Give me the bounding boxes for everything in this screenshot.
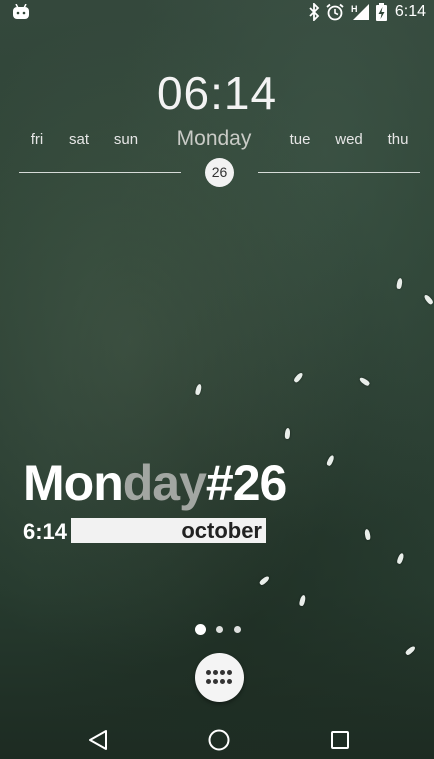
navigation-bar[interactable] (0, 720, 434, 759)
divider-left (19, 172, 181, 173)
day-tue: tue (289, 131, 311, 148)
date-badge: 26 (205, 158, 234, 187)
date-headline: Monday#26 (23, 455, 287, 511)
widget-time: 6:14 (23, 519, 68, 544)
clock-widget[interactable]: 06:14 fri sat sun Monday tue wed thu 26 (0, 60, 434, 200)
headline-part-mon: Mon (23, 455, 124, 511)
app-drawer-button[interactable] (195, 653, 244, 702)
signal-h-icon: H (351, 4, 369, 20)
status-bar[interactable]: H 6:14 (0, 0, 434, 24)
month-bar: october (71, 518, 266, 543)
month-label: october (181, 518, 262, 543)
day-fri: fri (30, 131, 44, 148)
day-thu: thu (387, 131, 409, 148)
clock-time: 06:14 (156, 67, 278, 119)
home-screen[interactable]: H 6:14 06:14 fri sat sun Monday tue wed … (0, 0, 434, 759)
page-indicator[interactable] (195, 624, 245, 636)
status-time: 6:14 (394, 3, 426, 20)
day-current: Monday (176, 127, 252, 150)
svg-text:H: H (351, 4, 358, 14)
alarm-icon (326, 3, 344, 21)
page-dot-active[interactable] (195, 624, 206, 635)
day-sun: sun (113, 131, 139, 148)
home-icon[interactable] (204, 725, 234, 755)
recents-icon[interactable] (325, 725, 355, 755)
android-notification-icon (13, 4, 29, 19)
battery-charging-icon (375, 3, 387, 21)
headline-part-day: day (122, 455, 207, 511)
page-dot[interactable] (234, 626, 241, 633)
page-dot[interactable] (216, 626, 223, 633)
bluetooth-icon (309, 3, 320, 21)
day-sat: sat (68, 131, 90, 148)
back-icon[interactable] (84, 725, 114, 755)
day-wed: wed (335, 131, 363, 148)
headline-part-date: #26 (205, 455, 287, 511)
divider-right (258, 172, 420, 173)
